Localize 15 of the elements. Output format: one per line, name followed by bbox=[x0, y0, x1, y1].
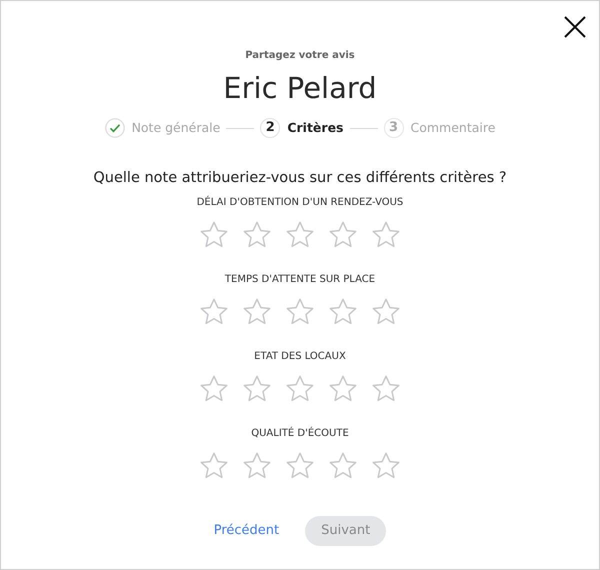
subtitle: Partagez votre avis bbox=[245, 49, 355, 63]
criterion-label: TEMPS D'ATTENTE SUR PLACE bbox=[224, 272, 376, 287]
person-name: Eric Pelard bbox=[223, 70, 377, 107]
question: Quelle note attribueriez-vous sur ces différents critères ? bbox=[93, 169, 507, 188]
step-label: Critères bbox=[287, 118, 344, 137]
criterion-label: ETAT DES LOCAUX bbox=[254, 350, 346, 364]
step-label: Note générale bbox=[132, 118, 220, 137]
previous-link[interactable]: Précédent bbox=[214, 521, 280, 540]
step-number: 3 bbox=[384, 118, 404, 138]
step-label: Commentaire bbox=[410, 118, 496, 137]
close-icon bbox=[563, 15, 587, 39]
check-icon bbox=[104, 118, 125, 138]
criterion-label: QUALITÉ D'ÉCOUTE bbox=[251, 426, 349, 441]
step-number: 2 bbox=[260, 118, 280, 138]
criterion-label: DÉLAI D'OBTENTION D'UN RENDEZ-VOUS bbox=[196, 196, 404, 210]
